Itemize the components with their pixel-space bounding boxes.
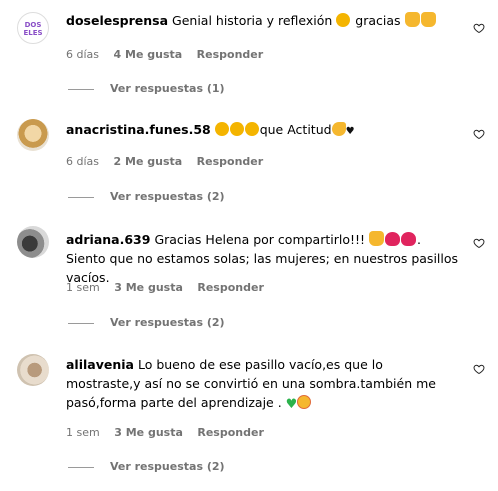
comment-likes[interactable]: 4 Me gusta (114, 48, 183, 61)
reply-button[interactable]: Responder (197, 48, 264, 61)
avatar[interactable] (17, 226, 49, 258)
comment-body: alilavenia Lo bueno de ese pasillo vacío… (66, 355, 461, 414)
raised-hands-emoji-icon (420, 12, 436, 27)
reply-button[interactable]: Responder (197, 426, 264, 439)
comment-likes[interactable]: 3 Me gusta (114, 426, 183, 439)
comment-body: doselesprensa Genial historia y reflexió… (66, 11, 461, 30)
like-heart-icon[interactable] (473, 22, 485, 34)
comment-text: Gracias Helena por compartirlo!!! (154, 232, 366, 247)
view-replies-button[interactable]: Ver respuestas (2) (68, 190, 225, 203)
divider (68, 466, 94, 468)
view-replies-label: Ver respuestas (2) (110, 460, 225, 473)
avatar-logo: DOS ELES (23, 21, 43, 37)
comment-age[interactable]: 1 sem (66, 426, 100, 439)
smiling-face-with-hearts-emoji-icon (297, 395, 312, 409)
raised-hands-emoji-icon (369, 231, 384, 246)
view-replies-button[interactable]: Ver respuestas (2) (68, 316, 225, 329)
comment-text: Genial historia y reflexión (172, 13, 333, 28)
raised-hands-emoji-icon (404, 12, 420, 27)
view-replies-label: Ver respuestas (2) (110, 190, 225, 203)
comment-likes[interactable]: 2 Me gusta (114, 155, 183, 168)
comment-username[interactable]: adriana.639 (66, 232, 150, 247)
reply-button[interactable]: Responder (197, 155, 264, 168)
avatar[interactable] (17, 119, 49, 151)
avatar[interactable]: DOS ELES (17, 12, 49, 44)
reply-button[interactable]: Responder (197, 281, 264, 294)
view-replies-label: Ver respuestas (1) (110, 82, 225, 95)
comment-age[interactable]: 1 sem (66, 281, 100, 294)
clap-emoji-icon (244, 122, 259, 136)
like-heart-icon[interactable] (473, 363, 485, 375)
flexed-biceps-emoji-icon (331, 122, 346, 136)
divider (68, 88, 94, 90)
comment-meta: 1 sem 3 Me gusta Responder (66, 281, 275, 294)
comment-age[interactable]: 6 días (66, 155, 99, 168)
comment-meta: 1 sem 3 Me gusta Responder (66, 426, 275, 439)
comment-meta: 6 días 2 Me gusta Responder (66, 155, 274, 168)
view-replies-button[interactable]: Ver respuestas (1) (68, 82, 225, 95)
comment-username[interactable]: alilavenia (66, 357, 134, 372)
comment-age[interactable]: 6 días (66, 48, 99, 61)
view-replies-label: Ver respuestas (2) (110, 316, 225, 329)
sparkling-heart-emoji-icon (401, 232, 416, 246)
green-heart-emoji-icon: ♥ (285, 397, 298, 412)
clap-emoji-icon (336, 13, 351, 27)
comment-body: adriana.639 Gracias Helena por compartir… (66, 230, 461, 287)
comment-body: anacristina.funes.58 que Actitud ♥ (66, 120, 461, 141)
sparkling-heart-emoji-icon (385, 232, 400, 246)
comment-text-after: gracias (355, 13, 401, 28)
comment-meta: 6 días 4 Me gusta Responder (66, 48, 274, 61)
view-replies-button[interactable]: Ver respuestas (2) (68, 460, 225, 473)
black-heart-emoji-icon: ♥ (345, 126, 355, 137)
like-heart-icon[interactable] (473, 237, 485, 249)
divider (68, 196, 94, 198)
comment-username[interactable]: anacristina.funes.58 (66, 122, 211, 137)
avatar[interactable] (17, 354, 49, 386)
clap-emoji-icon (229, 122, 244, 136)
clap-emoji-icon (214, 122, 229, 136)
divider (68, 322, 94, 324)
comment-username[interactable]: doselesprensa (66, 13, 168, 28)
comment-likes[interactable]: 3 Me gusta (114, 281, 183, 294)
comment-text: que Actitud (259, 122, 332, 137)
like-heart-icon[interactable] (473, 128, 485, 140)
